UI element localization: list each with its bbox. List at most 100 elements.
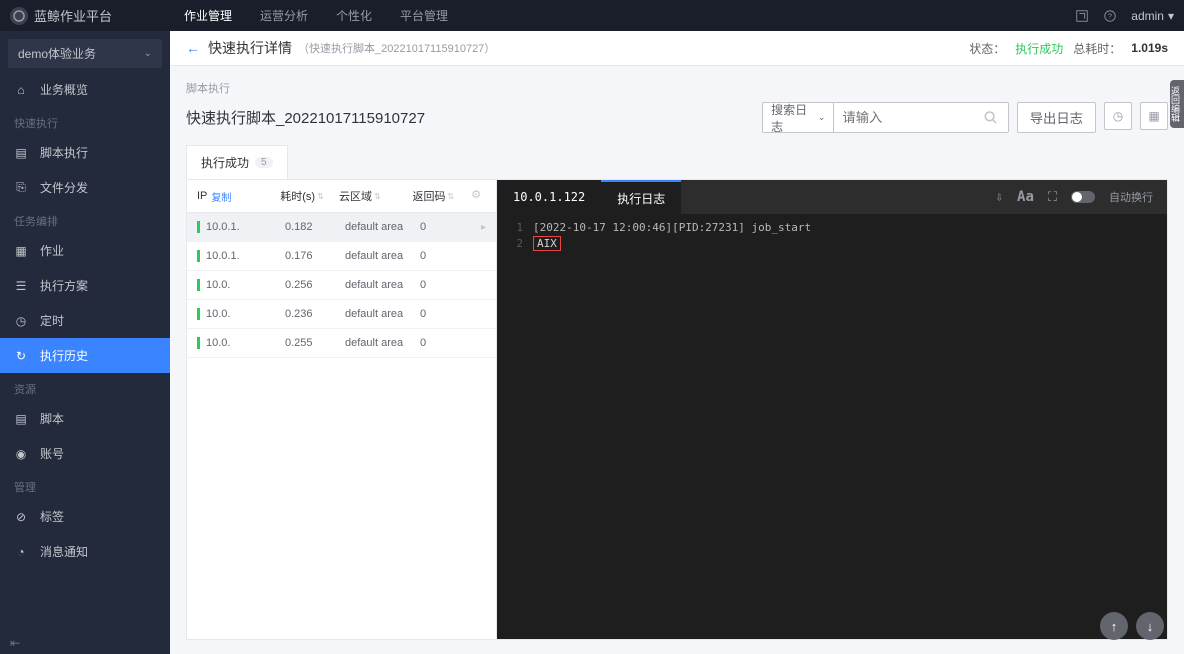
search-input[interactable] [834, 103, 974, 132]
gear-icon[interactable]: ⚙ [466, 188, 486, 204]
table-row[interactable]: 10.0. 0.236 default area 0 [187, 300, 496, 329]
tab-success[interactable]: 执行成功 5 [186, 145, 288, 179]
log-line-highlight: AIX [533, 236, 561, 251]
autowrap-toggle[interactable] [1071, 191, 1095, 203]
search-type-select[interactable]: 搜索日志 ⌄ [763, 103, 834, 132]
history-icon: ↻ [14, 349, 28, 363]
nav-tab-platform[interactable]: 平台管理 [400, 7, 448, 24]
table-row[interactable]: 10.0. 0.255 default area 0 [187, 329, 496, 358]
table-row[interactable]: 10.0.1. 0.182 default area 0 ▸ [187, 213, 496, 242]
return-edit-strip[interactable]: 返回编辑 [1170, 80, 1184, 128]
home-icon: ⌂ [14, 83, 28, 97]
sidebar-item-file-dist[interactable]: ⎘ 文件分发 [0, 170, 170, 205]
line-number: 2 [507, 236, 523, 252]
cell-time: 0.236 [285, 308, 345, 320]
business-name: demo体验业务 [18, 45, 96, 62]
tab-label: 执行成功 [201, 154, 249, 171]
sidebar-item-label: 业务概览 [40, 81, 88, 98]
sidebar-item-script-exec[interactable]: ▤ 脚本执行 [0, 135, 170, 170]
user-menu[interactable]: admin ▾ [1131, 9, 1174, 23]
col-code-label: 返回码 [413, 188, 446, 204]
status-indicator [197, 308, 200, 320]
nav-tab-analytics[interactable]: 运营分析 [260, 7, 308, 24]
grid-icon-button[interactable]: ▦ [1140, 102, 1168, 130]
cell-area: default area [345, 337, 420, 349]
sidebar-item-job[interactable]: ▦ 作业 [0, 233, 170, 268]
cell-area: default area [345, 308, 420, 320]
status-label: 状态： [969, 40, 1005, 57]
sidebar-item-label: 脚本执行 [40, 144, 88, 161]
cell-code: 0 [420, 221, 475, 233]
help-icon[interactable]: ? [1103, 9, 1117, 23]
script-icon: ▤ [14, 146, 28, 160]
cell-area: default area [345, 221, 420, 233]
external-icon[interactable] [1075, 9, 1089, 23]
scroll-top-button[interactable]: ↑ [1100, 612, 1128, 640]
sort-icon[interactable]: ⇅ [448, 192, 455, 201]
sidebar-group-resource: 资源 [0, 373, 170, 401]
sidebar-item-label: 账号 [40, 445, 64, 462]
cell-area: default area [345, 250, 420, 262]
time-value: 1.019s [1131, 41, 1168, 55]
sidebar-item-overview[interactable]: ⌂ 业务概览 [0, 72, 170, 107]
sidebar-item-tag[interactable]: ⊘ 标签 [0, 499, 170, 534]
log-ip-tab[interactable]: 10.0.1.122 [497, 180, 601, 214]
sidebar-item-label: 作业 [40, 242, 64, 259]
chevron-down-icon: ▾ [1168, 9, 1174, 23]
download-icon[interactable]: ⇩ [995, 190, 1003, 205]
scroll-bottom-button[interactable]: ↓ [1136, 612, 1164, 640]
sidebar-item-history[interactable]: ↻ 执行历史 [0, 338, 170, 373]
platform-name: 蓝鲸作业平台 [34, 6, 112, 25]
chevron-down-icon: ⌄ [818, 112, 826, 123]
sidebar-item-cron[interactable]: ◷ 定时 [0, 303, 170, 338]
sidebar-item-label: 定时 [40, 312, 64, 329]
col-ip-label: IP [197, 190, 207, 202]
status-indicator [197, 337, 200, 349]
sidebar-item-plan[interactable]: ☰ 执行方案 [0, 268, 170, 303]
business-selector[interactable]: demo体验业务 ⌄ [8, 39, 162, 68]
copy-ip-link[interactable]: 复制 [211, 189, 231, 204]
back-arrow-icon[interactable]: ← [186, 40, 200, 56]
sidebar-item-label: 消息通知 [40, 543, 88, 560]
page-subtitle: （快速执行脚本_20221017115910727） [298, 40, 495, 56]
export-log-button[interactable]: 导出日志 [1017, 102, 1096, 133]
page-title: 快速执行详情 [208, 38, 292, 58]
cell-code: 0 [420, 337, 475, 349]
job-icon: ▦ [14, 244, 28, 258]
sort-icon[interactable]: ⇅ [374, 192, 381, 201]
sidebar-item-account[interactable]: ◉ 账号 [0, 436, 170, 471]
tab-count-badge: 5 [255, 157, 273, 168]
sidebar-item-notify[interactable]: ◔ 消息通知 [0, 534, 170, 569]
file-icon: ⎘ [14, 181, 28, 195]
sidebar-item-script[interactable]: ▤ 脚本 [0, 401, 170, 436]
fullscreen-icon[interactable]: ⛶ [1048, 190, 1057, 205]
cell-ip: 10.0. [206, 308, 285, 320]
autowrap-label: 自动换行 [1109, 189, 1153, 205]
cell-code: 0 [420, 308, 475, 320]
sidebar-group-quick: 快速执行 [0, 107, 170, 135]
history-icon-button[interactable]: ◷ [1104, 102, 1132, 130]
cell-ip: 10.0. [206, 279, 285, 291]
plan-icon: ☰ [14, 279, 28, 293]
sort-icon[interactable]: ⇅ [317, 192, 324, 201]
sidebar-collapse-button[interactable]: ⇤ [10, 636, 20, 650]
platform-logo-icon [10, 7, 28, 25]
sidebar-item-label: 文件分发 [40, 179, 88, 196]
cell-code: 0 [420, 250, 475, 262]
search-icon[interactable] [974, 103, 1007, 132]
time-label: 总耗时： [1073, 40, 1121, 57]
cell-area: default area [345, 279, 420, 291]
table-row[interactable]: 10.0.1. 0.176 default area 0 [187, 242, 496, 271]
status-value: 执行成功 [1015, 40, 1063, 57]
table-row[interactable]: 10.0. 0.256 default area 0 [187, 271, 496, 300]
font-size-icon[interactable]: Aa [1017, 189, 1034, 205]
account-icon: ◉ [14, 447, 28, 461]
cell-ip: 10.0.1. [206, 250, 285, 262]
status-indicator [197, 279, 200, 291]
nav-tab-personalize[interactable]: 个性化 [336, 7, 372, 24]
nav-tab-job-manage[interactable]: 作业管理 [184, 7, 232, 24]
col-time-label: 耗时(s) [280, 188, 315, 204]
log-type-tab[interactable]: 执行日志 [601, 180, 681, 214]
sidebar-item-label: 标签 [40, 508, 64, 525]
task-title: 快速执行脚本_20221017115910727 [186, 107, 425, 128]
